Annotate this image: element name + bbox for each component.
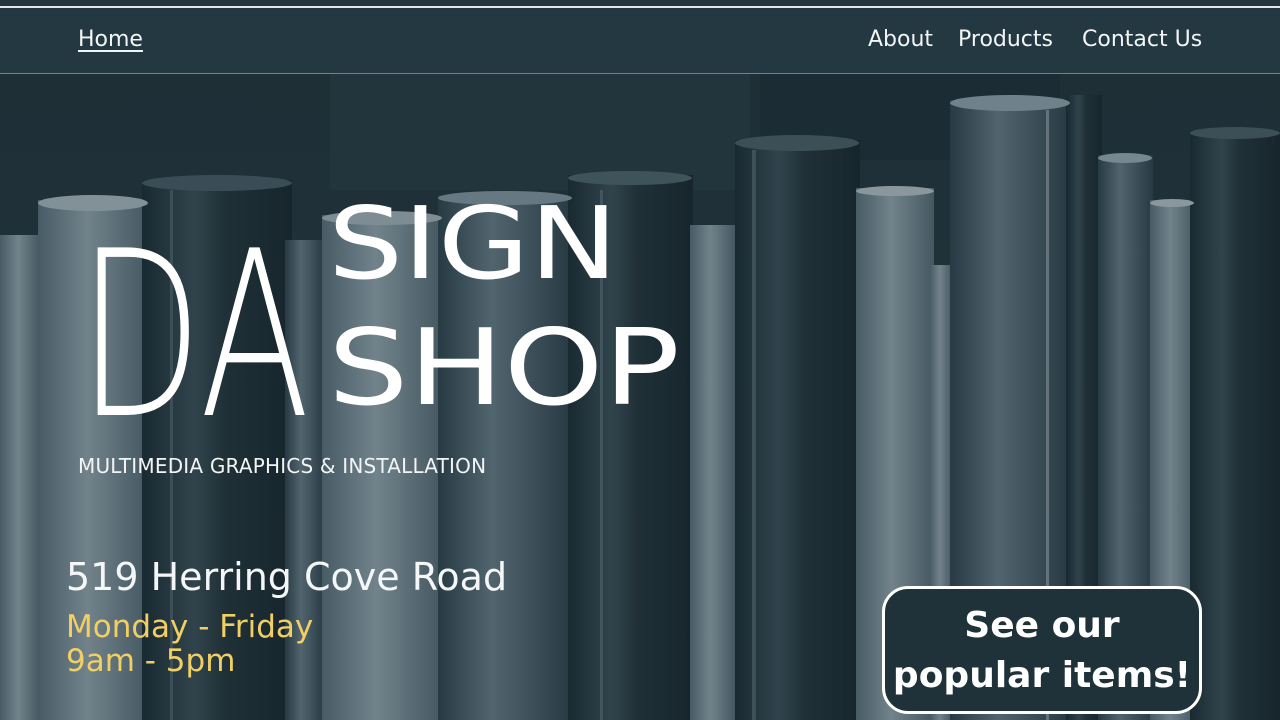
business-hours: Monday - Friday 9am - 5pm [66,610,313,678]
nav-link-products[interactable]: Products [958,27,1053,52]
logo-shop-text: SHOP [328,307,680,429]
shop-address: 519 Herring Cove Road [66,555,508,599]
cta-line-2: popular items! [892,655,1192,696]
nav-link-contact-us[interactable]: Contact Us [1082,27,1202,52]
cta-line-1: See our [964,605,1120,646]
logo-da-text: DA [78,203,310,430]
top-border [0,0,1280,10]
popular-items-button[interactable]: See our popular items! [882,586,1202,714]
nav-link-about[interactable]: About [868,27,933,52]
nav-link-home[interactable]: Home [78,27,143,52]
top-navigation: Home About Products Contact Us [0,10,1280,74]
logo-sign-text: SIGN [328,185,618,302]
hours-days: Monday - Friday [66,609,314,645]
hours-time: 9am - 5pm [66,643,236,679]
da-sign-shop-logo: DA SIGN SHOP [78,185,680,430]
tagline: MULTIMEDIA GRAPHICS & INSTALLATION [78,454,487,478]
